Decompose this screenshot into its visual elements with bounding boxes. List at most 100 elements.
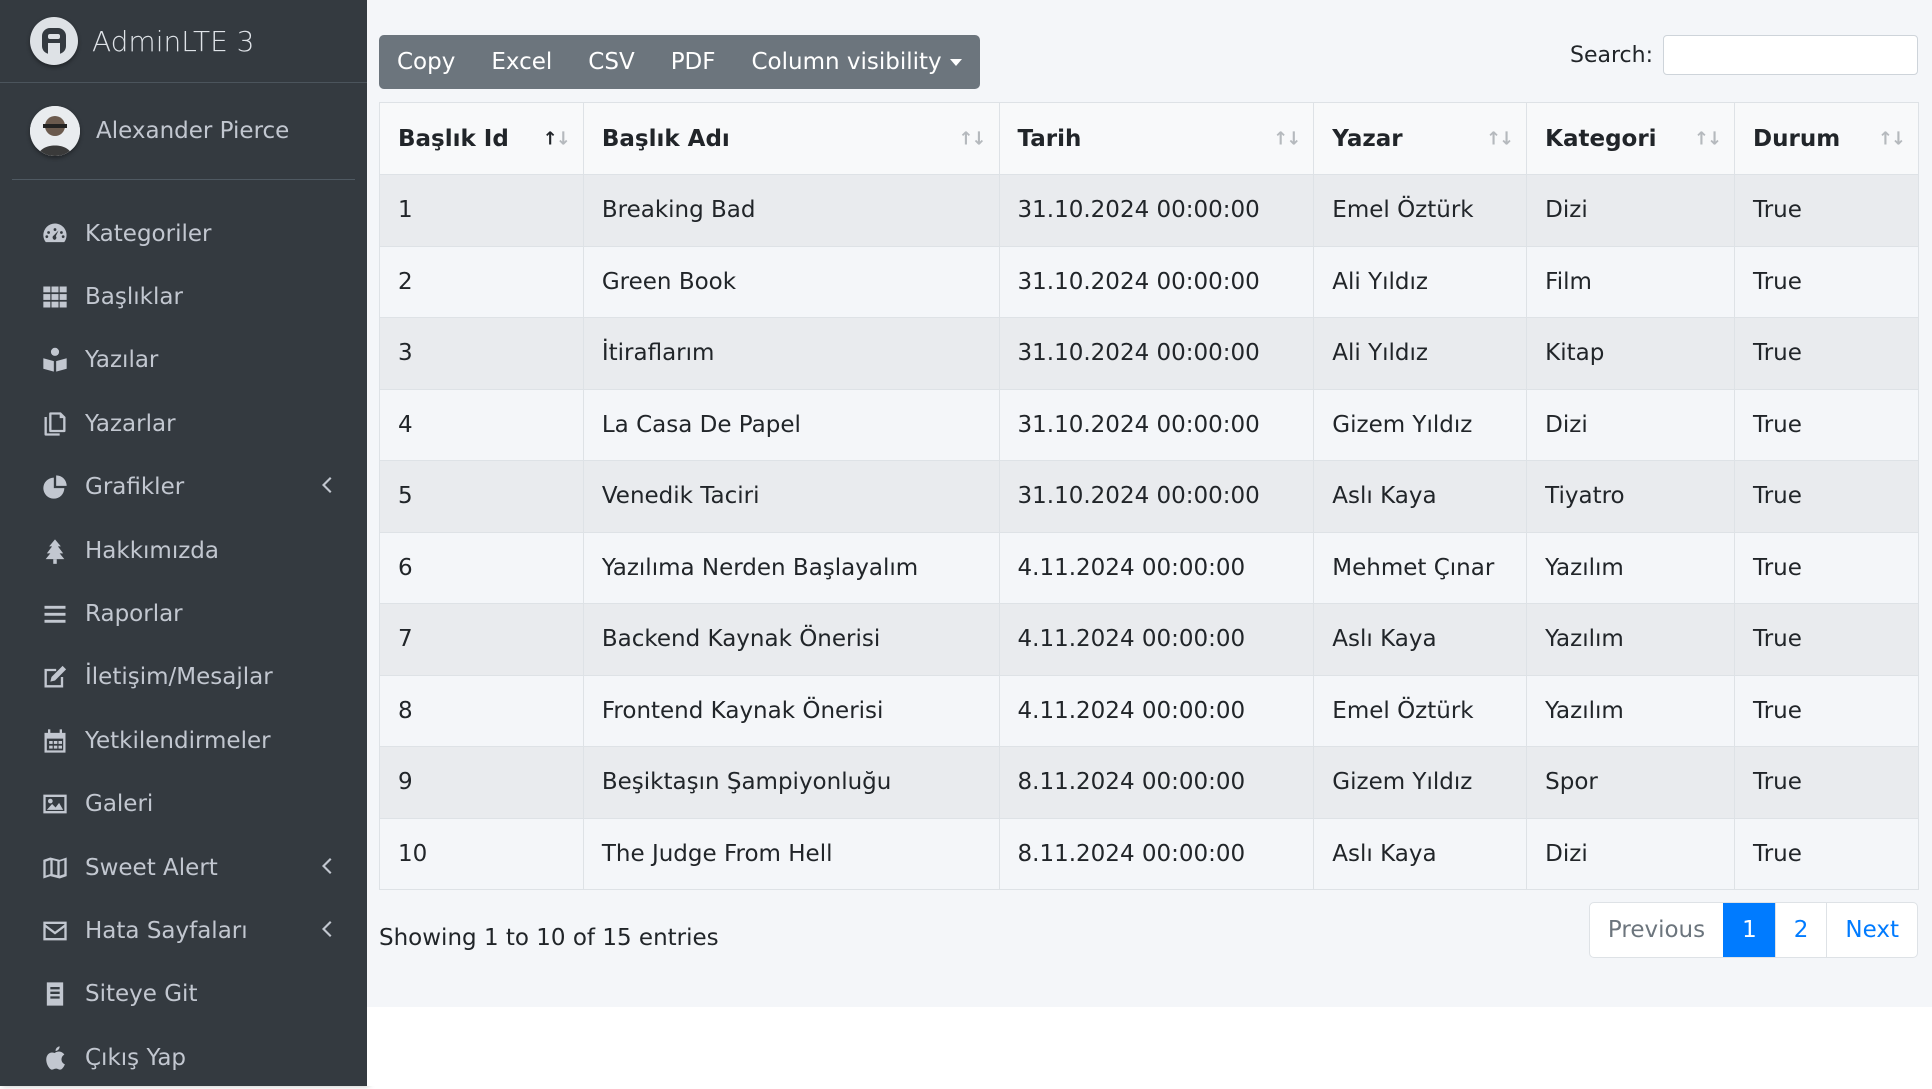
sidebar-item-label: Galeri xyxy=(85,791,154,818)
pie-chart-icon xyxy=(40,472,70,502)
calendar-icon xyxy=(40,726,70,756)
cell-status: True xyxy=(1734,531,1919,604)
table-row: 1 Breaking Bad 31.10.2024 00:00:00 Emel Özt… xyxy=(379,174,1919,247)
page-background xyxy=(367,1007,1932,1086)
cell-category: Kitap xyxy=(1526,317,1736,390)
cell-category: Film xyxy=(1526,245,1736,318)
csv-button[interactable]: CSV xyxy=(570,35,652,89)
copy-button[interactable]: Copy xyxy=(379,35,473,89)
user-name: Alexander Pierce xyxy=(96,118,290,144)
column-header-tarih[interactable]: Tarih ↑↓ xyxy=(998,102,1315,175)
table-row: 4 La Casa De Papel 31.10.2024 00:00:00 Gize… xyxy=(379,388,1919,461)
adminlte-logo-icon xyxy=(30,17,78,65)
sort-icon: ↑↓ xyxy=(1273,128,1301,149)
column-header-label: Yazar xyxy=(1332,125,1403,152)
caret-down-icon xyxy=(949,58,962,66)
brand-title: AdminLTE 3 xyxy=(92,24,255,58)
next-page-button[interactable]: Next xyxy=(1826,903,1917,957)
sidebar-item-grafikler[interactable]: Grafikler xyxy=(0,456,367,519)
sidebar-item-basliklar[interactable]: Başlıklar xyxy=(0,265,367,328)
cell-title: La Casa De Papel xyxy=(582,388,1000,461)
column-header-yazar[interactable]: Yazar ↑↓ xyxy=(1313,102,1528,175)
cell-id: 7 xyxy=(379,603,584,676)
chevron-left-icon xyxy=(319,476,333,498)
cell-date: 4.11.2024 00:00:00 xyxy=(998,603,1315,676)
sort-icon: ↑↓ xyxy=(1877,128,1906,149)
sidebar-item-iletisim[interactable]: İletişim/Mesajlar xyxy=(0,646,367,709)
sidebar-item-raporlar[interactable]: Raporlar xyxy=(0,582,367,645)
sidebar-item-label: Kategoriler xyxy=(85,220,212,247)
sidebar-item-label: Yetkilendirmeler xyxy=(85,727,271,754)
cell-status: True xyxy=(1734,460,1919,533)
envelope-icon xyxy=(40,916,70,946)
brand-link[interactable]: AdminLTE 3 xyxy=(0,0,367,83)
table-info: Showing 1 to 10 of 15 entries xyxy=(379,925,719,951)
column-visibility-button[interactable]: Column visibility xyxy=(734,35,980,89)
cell-status: True xyxy=(1734,817,1919,890)
sort-icon: ↑↓ xyxy=(958,128,986,149)
cell-date: 31.10.2024 00:00:00 xyxy=(998,174,1315,247)
column-header-durum[interactable]: Durum ↑↓ xyxy=(1734,102,1919,175)
column-header-baslik-adi[interactable]: Başlık Adı ↑↓ xyxy=(582,102,1000,175)
previous-page-button[interactable]: Previous xyxy=(1590,903,1723,957)
bars-icon xyxy=(40,599,70,629)
cell-status: True xyxy=(1734,603,1919,676)
content-wrapper: Copy Excel CSV PDF Column visibility Sea… xyxy=(367,0,1932,1007)
table-row: 9 Beşiktaşın Şampiyonluğu 8.11.2024 00:00:… xyxy=(379,746,1919,819)
sidebar-item-yazarlar[interactable]: Yazarlar xyxy=(0,392,367,455)
cell-date: 4.11.2024 00:00:00 xyxy=(998,674,1315,747)
cell-title: Breaking Bad xyxy=(582,174,1000,247)
sidebar-item-label: Yazarlar xyxy=(85,410,176,437)
copy-icon xyxy=(40,409,70,439)
sidebar-item-kategoriler[interactable]: Kategoriler xyxy=(0,202,367,265)
column-header-kategori[interactable]: Kategori ↑↓ xyxy=(1526,102,1736,175)
sort-icon: ↑↓ xyxy=(1485,128,1514,149)
cell-id: 6 xyxy=(379,531,584,604)
cell-title: İtiraflarım xyxy=(582,317,1000,390)
sidebar-item-cikis-yap[interactable]: Çıkış Yap xyxy=(0,1026,367,1089)
sidebar-item-yetkilendirmeler[interactable]: Yetkilendirmeler xyxy=(0,709,367,772)
sidebar-item-yazilar[interactable]: Yazılar xyxy=(0,329,367,392)
cell-id: 2 xyxy=(379,245,584,318)
page-button-2[interactable]: 2 xyxy=(1774,903,1827,957)
image-icon xyxy=(40,789,70,819)
apple-icon xyxy=(40,1043,70,1073)
excel-button[interactable]: Excel xyxy=(473,35,570,89)
column-header-baslik-id[interactable]: Başlık Id ↑↓ xyxy=(379,102,584,175)
table-row: 5 Venedik Taciri 31.10.2024 00:00:00 Aslı K… xyxy=(379,460,1919,533)
sidebar-item-label: Hata Sayfaları xyxy=(85,917,248,944)
cell-category: Dizi xyxy=(1526,388,1736,461)
cell-date: 8.11.2024 00:00:00 xyxy=(998,746,1315,819)
table-row: 7 Backend Kaynak Önerisi 4.11.2024 00:00:0… xyxy=(379,603,1919,676)
sidebar-item-hata-sayfalari[interactable]: Hata Sayfaları xyxy=(0,899,367,962)
cell-category: Spor xyxy=(1526,746,1736,819)
cell-title: The Judge From Hell xyxy=(582,817,1000,890)
user-panel[interactable]: Alexander Pierce xyxy=(12,83,355,180)
column-header-label: Tarih xyxy=(1017,125,1082,152)
sort-asc-icon: ↑↓ xyxy=(542,128,571,149)
grid-icon xyxy=(40,282,70,312)
cell-author: Gizem Yıldız xyxy=(1313,746,1528,819)
table-row: 2 Green Book 31.10.2024 00:00:00 Ali Yıldız… xyxy=(379,245,1919,318)
pdf-button[interactable]: PDF xyxy=(653,35,734,89)
cell-author: Aslı Kaya xyxy=(1313,603,1528,676)
search-filter: Search: xyxy=(1570,35,1918,75)
sidebar-item-hakkimizda[interactable]: Hakkımızda xyxy=(0,519,367,582)
page-button-1[interactable]: 1 xyxy=(1723,903,1775,957)
column-visibility-label: Column visibility xyxy=(751,49,942,75)
cell-author: Ali Yıldız xyxy=(1313,245,1528,318)
cell-title: Beşiktaşın Şampiyonluğu xyxy=(582,746,1000,819)
sidebar-item-label: Başlıklar xyxy=(85,284,183,311)
map-icon xyxy=(40,853,70,883)
column-header-label: Başlık Id xyxy=(398,125,509,152)
search-input[interactable] xyxy=(1663,35,1918,75)
pagination: Previous 1 2 Next xyxy=(1588,902,1918,958)
cell-category: Dizi xyxy=(1526,817,1736,890)
cell-date: 31.10.2024 00:00:00 xyxy=(998,460,1315,533)
sidebar-item-siteye-git[interactable]: Siteye Git xyxy=(0,963,367,1026)
sidebar-item-label: Sweet Alert xyxy=(85,854,218,881)
sidebar-item-sweet-alert[interactable]: Sweet Alert xyxy=(0,836,367,899)
cell-id: 4 xyxy=(379,388,584,461)
sidebar-item-galeri[interactable]: Galeri xyxy=(0,773,367,836)
cell-status: True xyxy=(1734,388,1919,461)
